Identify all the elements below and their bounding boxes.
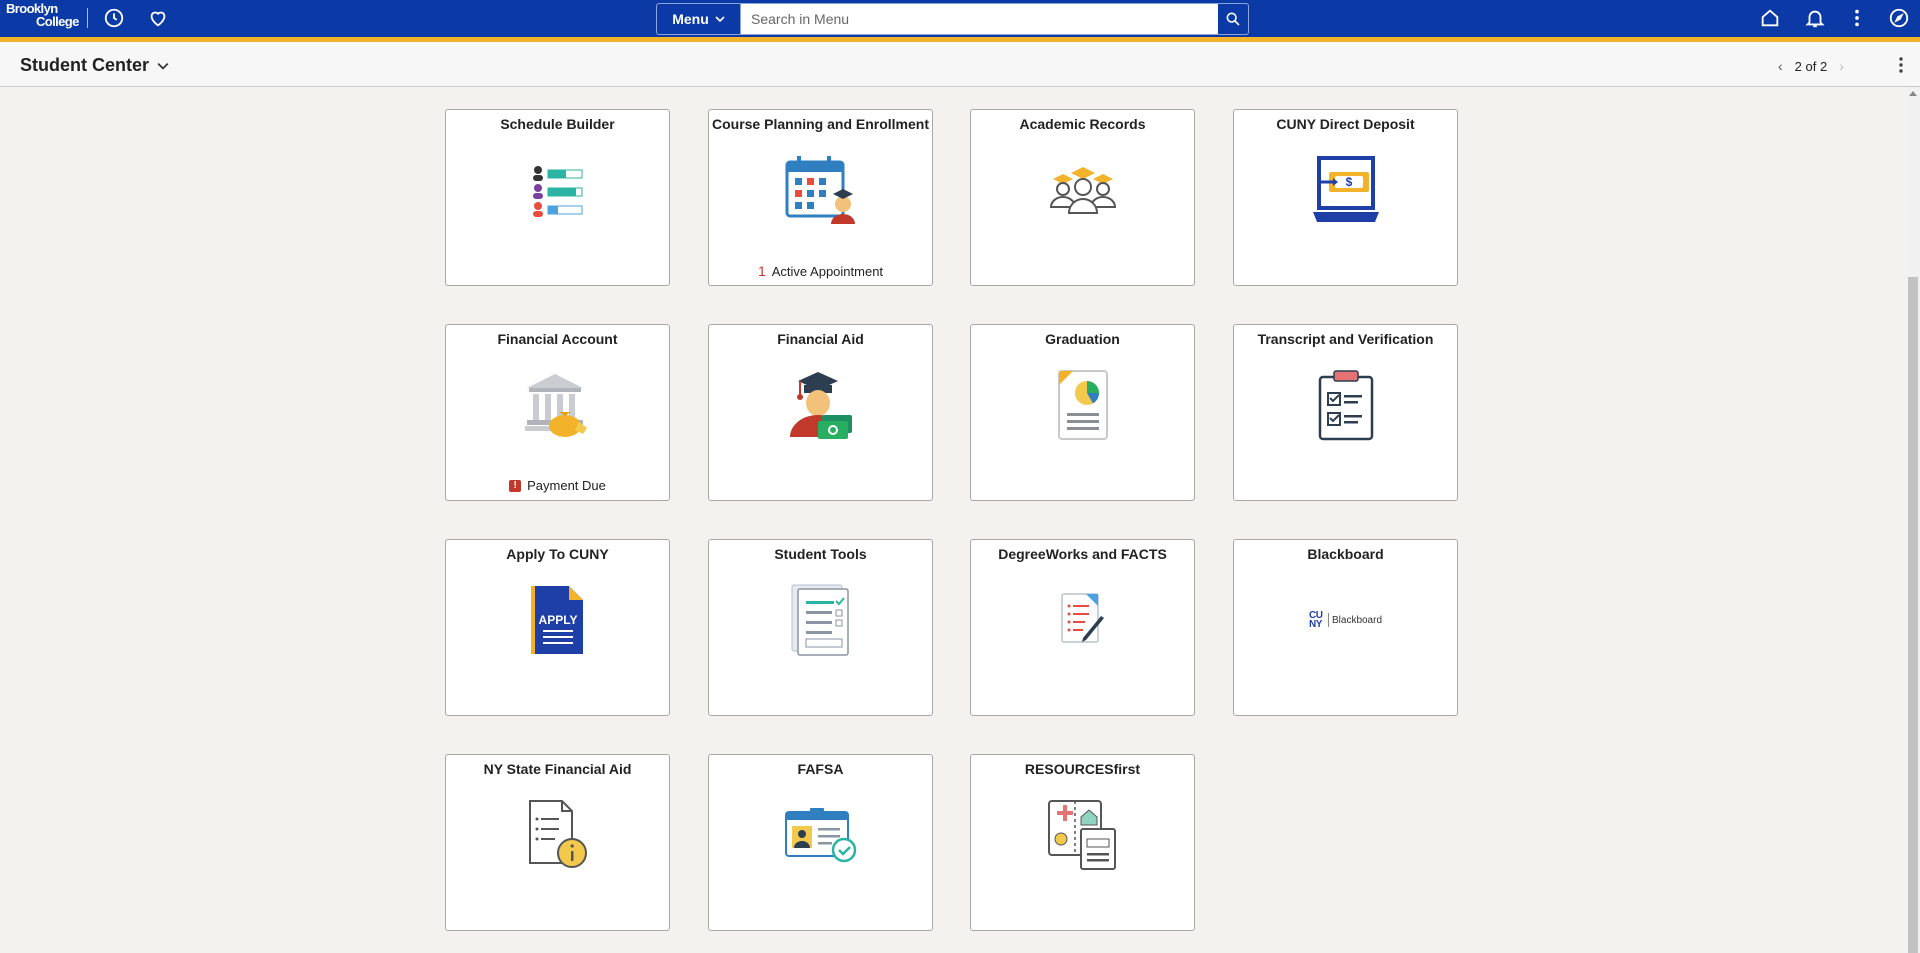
laptop-deposit-icon: $ [1234,150,1457,230]
logo-divider [1327,613,1329,627]
tile-status: ! Payment Due [446,478,669,493]
graduate-cash-icon [709,365,932,445]
tile-course-planning-enrollment[interactable]: Course Planning and Enrollment 1 Active … [708,109,933,286]
bank-money-bag-icon [446,365,669,445]
blackboard-wordmark: Blackboard [1331,614,1383,626]
schedule-builder-icon [446,150,669,230]
page-title-dropdown[interactable]: Student Center [20,55,169,76]
tile-title: Graduation [1045,331,1120,347]
next-page-icon[interactable]: › [1839,58,1844,74]
tile-title: Academic Records [1019,116,1146,132]
tile-title: FAFSA [797,761,844,777]
graduates-icon [971,150,1194,230]
tile-financial-aid[interactable]: Financial Aid [708,324,933,501]
appointment-count: 1 [757,263,766,279]
search-input[interactable] [743,4,1213,34]
banner-divider [87,8,88,28]
tile-status: 1 Active Appointment [709,263,932,279]
appointment-status-text: Active Appointment [771,263,884,279]
tile-cuny-direct-deposit[interactable]: CUNY Direct Deposit $ [1233,109,1458,286]
document-info-icon [446,795,669,875]
report-chart-icon [971,365,1194,445]
notifications-icon[interactable] [1804,7,1826,29]
tile-degreeworks-facts[interactable]: DegreeWorks and FACTS [970,539,1195,716]
scrollbar-thumb[interactable] [1908,277,1918,953]
chevron-down-icon [157,62,169,70]
top-banner: Brooklyn College Menu [0,0,1920,42]
brooklyn-college-logo[interactable]: Brooklyn College [6,2,80,32]
alert-icon: ! [509,479,522,492]
resources-documents-icon [971,795,1194,875]
tile-title: Course Planning and Enrollment [711,116,930,132]
cuny-logo-mark: CUNY [1308,610,1323,630]
tile-schedule-builder[interactable]: Schedule Builder [445,109,670,286]
calendar-student-icon [709,150,932,230]
favorites-icon[interactable] [147,7,169,29]
document-pen-icon [971,580,1194,660]
tile-title: CUNY Direct Deposit [1276,116,1415,132]
tile-ny-state-financial-aid[interactable]: NY State Financial Aid [445,754,670,931]
tile-student-tools[interactable]: Student Tools [708,539,933,716]
tile-title: Financial Aid [777,331,864,347]
menu-dropdown-button[interactable]: Menu [657,4,741,34]
tile-title: Schedule Builder [500,116,615,132]
svg-text:$: $ [1345,175,1352,189]
home-icon[interactable] [1759,7,1781,29]
navigator-compass-icon[interactable] [1888,7,1910,29]
tile-title: DegreeWorks and FACTS [998,546,1167,562]
tile-fafsa[interactable]: FAFSA [708,754,933,931]
tile-title: Student Tools [774,546,867,562]
tile-title: Financial Account [497,331,618,347]
cuny-blackboard-logo: CUNY Blackboard [1234,580,1457,660]
page-pager: ‹ 2 of 2 › [1778,58,1844,74]
page-header-bar: Student Center ‹ 2 of 2 › [0,42,1920,87]
tile-apply-to-cuny[interactable]: Apply To CUNY APPLY [445,539,670,716]
chevron-down-icon [715,16,725,23]
tile-financial-account[interactable]: Financial Account ! Payment Due [445,324,670,501]
vertical-scrollbar[interactable] [1906,87,1920,953]
page-indicator: 2 of 2 [1794,58,1828,74]
tile-title: Blackboard [1307,546,1384,562]
tile-blackboard[interactable]: Blackboard CUNY Blackboard [1233,539,1458,716]
tile-transcript-verification[interactable]: Transcript and Verification [1233,324,1458,501]
svg-text:APPLY: APPLY [538,613,577,627]
tile-academic-records[interactable]: Academic Records [970,109,1195,286]
tile-graduation[interactable]: Graduation [970,324,1195,501]
tile-title: NY State Financial Aid [483,761,632,777]
document-checklist-icon [709,580,932,660]
scroll-up-arrow[interactable] [1909,91,1917,96]
actions-menu-icon[interactable] [1846,7,1868,29]
search-icon [1226,12,1240,26]
checklist-clipboard-icon [1234,365,1457,445]
tile-title: Transcript and Verification [1257,331,1434,347]
tile-title: Apply To CUNY [506,546,609,562]
search-button[interactable] [1218,4,1248,34]
tile-title: RESOURCESfirst [1024,761,1141,777]
id-card-check-icon [709,795,932,875]
menu-search-bar: Menu [656,3,1249,35]
history-icon[interactable] [103,7,125,29]
page-actions-icon[interactable] [1894,56,1908,79]
apply-document-icon: APPLY [446,580,669,660]
payment-status-text: Payment Due [527,478,606,493]
previous-page-icon[interactable]: ‹ [1778,58,1783,74]
tile-resourcesfirst[interactable]: RESOURCESfirst [970,754,1195,931]
